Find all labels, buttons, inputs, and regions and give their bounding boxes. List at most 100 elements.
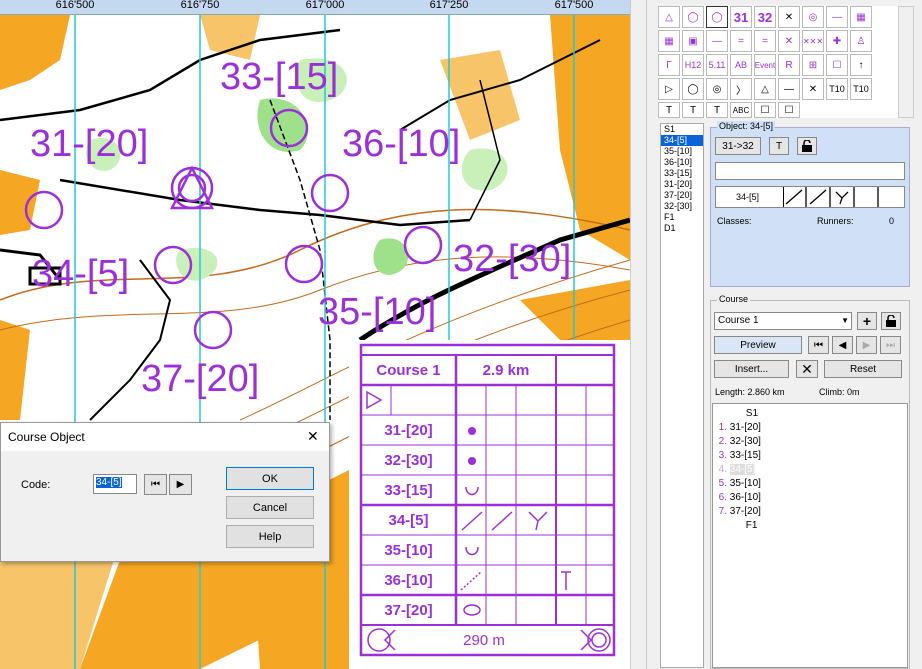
palette-symbol[interactable]: Event xyxy=(754,54,776,76)
palette-symbol[interactable]: ABC xyxy=(730,102,752,118)
course-list-item[interactable]: 1. 31-[20] xyxy=(717,421,907,435)
insert-button[interactable]: Insert... xyxy=(714,360,789,378)
palette-symbol[interactable]: ▦ xyxy=(850,6,872,28)
close-icon[interactable]: ✕ xyxy=(307,428,319,445)
course-list-item[interactable]: 3. 33-[15] xyxy=(717,449,907,463)
next-code-button[interactable]: ▶ xyxy=(169,474,192,495)
symbol-palette[interactable]: △ ◯ ◯ 31 32 ✕ ◎ — ▦ ▦ ▣ — = = ✕ ✕✕✕ ✚ ♙ … xyxy=(658,6,898,118)
palette-symbol[interactable]: 31 xyxy=(730,6,752,28)
palette-symbol[interactable]: T10 xyxy=(826,78,848,100)
palette-symbol[interactable]: △ xyxy=(658,6,680,28)
palette-symbol[interactable]: ⊞ xyxy=(802,54,824,76)
palette-symbol[interactable]: ♙ xyxy=(850,30,872,52)
control-label[interactable]: 37-[20] xyxy=(141,360,259,398)
course-list-item[interactable]: S1 xyxy=(717,407,907,421)
control-description-sheet[interactable]: Course 1 2.9 km 31-[20] 32-[30] 33-[15] … xyxy=(349,340,627,665)
add-course-button[interactable]: + xyxy=(857,312,877,330)
text-button[interactable]: T xyxy=(769,137,789,155)
palette-symbol[interactable]: Γ xyxy=(658,54,680,76)
palette-symbol[interactable]: AB xyxy=(730,54,752,76)
chevron-down-icon[interactable]: ▼ xyxy=(841,316,849,325)
course-list-item-selected[interactable]: 4. 34-[5] xyxy=(717,463,907,477)
palette-symbol[interactable]: ☐ xyxy=(778,102,800,118)
previous-control-button[interactable]: ◀ xyxy=(832,336,853,354)
control-label[interactable]: 34-[5] xyxy=(32,255,129,293)
control-list-item[interactable]: 33-[15] xyxy=(661,168,703,179)
control-list-item-selected[interactable]: 34-[5] xyxy=(661,135,703,146)
control-list-item[interactable]: 31-[20] xyxy=(661,179,703,190)
help-button[interactable]: Help xyxy=(226,525,314,548)
control-list-item[interactable]: 35-[10] xyxy=(661,146,703,157)
first-code-button[interactable]: ⏮ xyxy=(144,474,167,495)
reset-button[interactable]: Reset xyxy=(824,360,902,378)
palette-symbol[interactable]: ✚ xyxy=(826,30,848,52)
palette-symbol[interactable]: ☐ xyxy=(826,54,848,76)
palette-symbol[interactable]: ✕ xyxy=(778,30,800,52)
map-vertical-scrollbar[interactable] xyxy=(630,0,647,669)
control-label[interactable]: 35-[10] xyxy=(318,293,436,331)
palette-symbol[interactable]: 32 xyxy=(754,6,776,28)
palette-symbol[interactable]: ▷ xyxy=(658,78,680,100)
palette-symbol[interactable]: H12 xyxy=(682,54,704,76)
palette-symbol[interactable]: ✕ xyxy=(778,6,800,28)
palette-symbol[interactable]: = xyxy=(730,30,752,52)
course-list-item[interactable]: 6. 36-[10] xyxy=(717,491,907,505)
palette-symbol[interactable]: — xyxy=(706,30,728,52)
control-list-item[interactable]: D1 xyxy=(661,223,703,234)
palette-symbol[interactable]: R xyxy=(778,54,800,76)
cancel-button[interactable]: Cancel xyxy=(226,496,314,519)
palette-symbol[interactable]: T xyxy=(658,102,680,118)
lock-button[interactable] xyxy=(797,137,817,155)
control-label[interactable]: 32-[30] xyxy=(453,240,571,278)
palette-symbol[interactable]: — xyxy=(826,6,848,28)
map-canvas[interactable]: 616'500 616'750 617'000 617'250 617'500 … xyxy=(0,0,630,669)
ok-button[interactable]: OK xyxy=(226,467,314,490)
control-list-item[interactable]: 32-[30] xyxy=(661,201,703,212)
last-control-button[interactable]: ⏭ xyxy=(880,336,901,354)
palette-symbol[interactable]: ◯ xyxy=(682,78,704,100)
palette-scrollbar[interactable] xyxy=(898,6,914,118)
palette-symbol[interactable]: = xyxy=(754,30,776,52)
course-lock-button[interactable] xyxy=(881,312,901,330)
palette-symbol[interactable]: ☐ xyxy=(754,102,776,118)
course-control-list[interactable]: S1 1. 31-[20] 2. 32-[30] 3. 33-[15] 4. 3… xyxy=(712,403,908,668)
palette-symbol[interactable]: T xyxy=(706,102,728,118)
control-list-item[interactable]: 36-[10] xyxy=(661,157,703,168)
object-text-field[interactable] xyxy=(715,162,905,180)
palette-symbol[interactable]: ◎ xyxy=(706,78,728,100)
next-control-button[interactable]: ▶ xyxy=(856,336,877,354)
course-list-item[interactable]: 2. 32-[30] xyxy=(717,435,907,449)
course-select[interactable]: Course 1 ▼ xyxy=(714,312,852,330)
palette-symbol[interactable]: — xyxy=(778,78,800,100)
palette-symbol[interactable]: ✕✕✕ xyxy=(802,30,824,52)
control-list[interactable]: S1 34-[5] 35-[10] 36-[10] 33-[15] 31-[20… xyxy=(660,123,704,668)
palette-symbol[interactable]: T xyxy=(682,102,704,118)
code-field[interactable]: 34-[5] xyxy=(93,474,137,494)
palette-symbol[interactable]: ◎ xyxy=(802,6,824,28)
first-control-button[interactable]: ⏮ xyxy=(808,336,829,354)
description-row-preview[interactable]: 34-[5] xyxy=(715,186,905,208)
palette-symbol[interactable]: ◯ xyxy=(682,6,704,28)
palette-symbol[interactable]: ✕ xyxy=(802,78,824,100)
course-object-dialog[interactable]: Course Object ✕ Code: 34-[5] ⏮ ▶ OK Canc… xyxy=(0,422,330,562)
palette-symbol[interactable]: ↑ xyxy=(850,54,872,76)
control-list-item[interactable]: F1 xyxy=(661,212,703,223)
palette-symbol[interactable]: T10 xyxy=(850,78,872,100)
course-list-item[interactable]: F1 xyxy=(717,519,907,533)
course-list-item[interactable]: 5. 35-[10] xyxy=(717,477,907,491)
range-button[interactable]: 31->32 xyxy=(715,137,761,155)
delete-control-button[interactable]: ✕ xyxy=(796,360,818,378)
control-list-item[interactable]: 37-[20] xyxy=(661,190,703,201)
palette-symbol[interactable]: ▣ xyxy=(682,30,704,52)
palette-symbol[interactable]: 5.11 xyxy=(706,54,728,76)
control-label[interactable]: 31-[20] xyxy=(30,125,148,163)
palette-symbol[interactable]: ▦ xyxy=(658,30,680,52)
course-list-item[interactable]: 7. 37-[20] xyxy=(717,505,907,519)
control-list-item[interactable]: S1 xyxy=(661,124,703,135)
preview-button[interactable]: Preview xyxy=(714,336,802,354)
palette-symbol[interactable]: △ xyxy=(754,78,776,100)
palette-symbol[interactable]: 〉 xyxy=(730,78,752,100)
control-label[interactable]: 36-[10] xyxy=(342,125,460,163)
palette-symbol[interactable]: ◯ xyxy=(706,6,728,28)
control-label[interactable]: 33-[15] xyxy=(220,58,338,96)
